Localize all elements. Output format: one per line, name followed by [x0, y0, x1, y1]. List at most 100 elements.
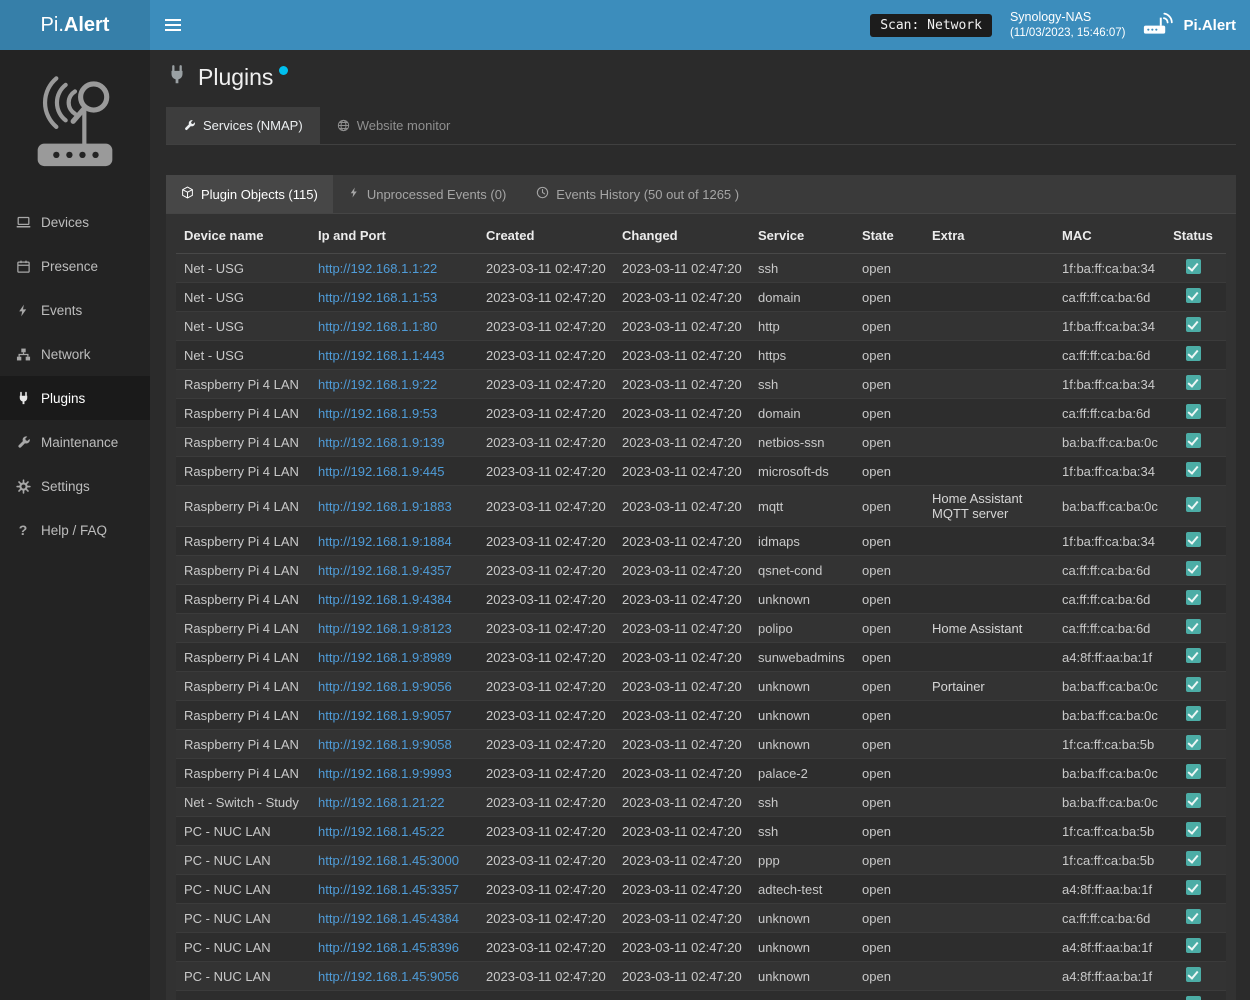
status-checkbox[interactable]	[1186, 288, 1201, 303]
cell-url-link[interactable]: http://192.168.1.9:8123	[318, 621, 452, 636]
cell-device-name: Raspberry Pi 4 LAN	[176, 730, 310, 759]
col-state: State	[854, 218, 924, 254]
cell-mac: 1f:ca:ff:ca:ba:5b	[1054, 817, 1160, 846]
subtab-events-history[interactable]: Events History (50 out of 1265 )	[521, 175, 754, 213]
status-checkbox[interactable]	[1186, 532, 1201, 547]
status-checkbox[interactable]	[1186, 735, 1201, 750]
sidebar-item-events[interactable]: Events	[0, 288, 150, 332]
cell-service: ssh	[750, 788, 854, 817]
cell-url-link[interactable]: http://192.168.1.1:53	[318, 290, 437, 305]
brand-logo[interactable]: Pi.Alert	[0, 0, 150, 50]
status-checkbox[interactable]	[1186, 619, 1201, 634]
status-checkbox[interactable]	[1186, 996, 1201, 1000]
cell-service: unknown	[750, 962, 854, 991]
cell-url-link[interactable]: http://192.168.1.45:9056	[318, 969, 459, 984]
cell-url-link[interactable]: http://192.168.1.1:443	[318, 348, 445, 363]
cell-url-link[interactable]: http://192.168.1.21:22	[318, 795, 445, 810]
status-checkbox[interactable]	[1186, 793, 1201, 808]
cell-created: 2023-03-11 02:47:20	[478, 759, 614, 788]
subtab-plugin-objects[interactable]: Plugin Objects (115)	[166, 175, 333, 213]
cell-url-link[interactable]: http://192.168.1.45:4384	[318, 911, 459, 926]
title-help-badge[interactable]	[279, 66, 288, 75]
cell-service: polipo	[750, 614, 854, 643]
cell-url-link[interactable]: http://192.168.1.1:80	[318, 319, 437, 334]
cell-created: 2023-03-11 02:47:20	[478, 283, 614, 312]
cell-mac: ca:ff:ff:ca:ba:6d	[1054, 283, 1160, 312]
sidebar-item-presence[interactable]: Presence	[0, 244, 150, 288]
main-content: Plugins Services (NMAP) Website monitor …	[150, 0, 1250, 1000]
status-checkbox[interactable]	[1186, 851, 1201, 866]
cell-extra	[924, 991, 1054, 1000]
tab-services-nmap[interactable]: Services (NMAP)	[166, 107, 320, 144]
cell-url-link[interactable]: http://192.168.1.9:1883	[318, 499, 452, 514]
cell-mac: 1f:ba:ff:ca:ba:34	[1054, 370, 1160, 399]
status-checkbox[interactable]	[1186, 938, 1201, 953]
status-checkbox[interactable]	[1186, 346, 1201, 361]
sidebar-item-settings[interactable]: Settings	[0, 464, 150, 508]
status-checkbox[interactable]	[1186, 648, 1201, 663]
cell-url-link[interactable]: http://192.168.1.45:8396	[318, 940, 459, 955]
sidebar-item-label: Events	[41, 303, 82, 318]
tab-website-monitor[interactable]: Website monitor	[320, 107, 468, 144]
cell-url-link[interactable]: http://192.168.1.9:9057	[318, 708, 452, 723]
status-checkbox[interactable]	[1186, 433, 1201, 448]
sidebar-item-devices[interactable]: Devices	[0, 200, 150, 244]
cell-url-link[interactable]: http://192.168.1.9:22	[318, 377, 437, 392]
cell-extra	[924, 428, 1054, 457]
cell-service: unknown	[750, 933, 854, 962]
status-checkbox[interactable]	[1186, 967, 1201, 982]
status-checkbox[interactable]	[1186, 764, 1201, 779]
status-checkbox[interactable]	[1186, 561, 1201, 576]
cell-url-link[interactable]: http://192.168.1.9:445	[318, 464, 445, 479]
cell-service: mqtt	[750, 486, 854, 527]
cell-url-link[interactable]: http://192.168.1.9:8989	[318, 650, 452, 665]
status-checkbox[interactable]	[1186, 677, 1201, 692]
status-checkbox[interactable]	[1186, 880, 1201, 895]
cell-changed: 2023-03-11 02:47:20	[614, 643, 750, 672]
status-checkbox[interactable]	[1186, 706, 1201, 721]
sidebar-item-label: Help / FAQ	[41, 523, 107, 538]
cell-device-name: Raspberry Pi 4 LAN	[176, 759, 310, 788]
cell-url-link[interactable]: http://192.168.1.45:3357	[318, 882, 459, 897]
table-row: PC - NUC LAN http://192.168.1.45:8396 20…	[176, 933, 1226, 962]
sidebar-item-plugins[interactable]: Plugins	[0, 376, 150, 420]
cell-created: 2023-03-11 02:47:20	[478, 817, 614, 846]
cell-device-name: Raspberry Pi 4 LAN	[176, 614, 310, 643]
cell-url-link[interactable]: http://192.168.1.9:9993	[318, 766, 452, 781]
status-checkbox[interactable]	[1186, 590, 1201, 605]
status-checkbox[interactable]	[1186, 909, 1201, 924]
status-checkbox[interactable]	[1186, 375, 1201, 390]
cell-url-link[interactable]: http://192.168.1.45:22	[318, 824, 445, 839]
cell-url-link[interactable]: http://192.168.1.9:139	[318, 435, 445, 450]
status-checkbox[interactable]	[1186, 317, 1201, 332]
page-header: Plugins	[166, 64, 1236, 91]
cell-extra	[924, 846, 1054, 875]
cell-url-link[interactable]: http://192.168.1.9:53	[318, 406, 437, 421]
status-checkbox[interactable]	[1186, 259, 1201, 274]
sidebar-item-network[interactable]: Network	[0, 332, 150, 376]
cell-url-link[interactable]: http://192.168.1.1:22	[318, 261, 437, 276]
plugin-panel: Plugin Objects (115) Unprocessed Events …	[166, 175, 1236, 1000]
cell-extra	[924, 457, 1054, 486]
status-checkbox[interactable]	[1186, 497, 1201, 512]
cell-extra: Home Assistant MQTT server	[924, 486, 1054, 527]
status-checkbox[interactable]	[1186, 404, 1201, 419]
cell-changed: 2023-03-11 02:47:20	[614, 672, 750, 701]
sidebar-toggle-icon[interactable]	[150, 0, 196, 50]
cell-url-link[interactable]: http://192.168.1.45:3000	[318, 853, 459, 868]
cell-extra	[924, 370, 1054, 399]
cell-state: open	[854, 527, 924, 556]
cell-device-name: Raspberry Pi 4 LAN	[176, 428, 310, 457]
sidebar-item-maintenance[interactable]: Maintenance	[0, 420, 150, 464]
cell-url-link[interactable]: http://192.168.1.9:9058	[318, 737, 452, 752]
cell-extra	[924, 933, 1054, 962]
cell-mac: ba:ba:ff:ca:ba:0c	[1054, 428, 1160, 457]
cell-url-link[interactable]: http://192.168.1.9:4384	[318, 592, 452, 607]
cell-url-link[interactable]: http://192.168.1.9:9056	[318, 679, 452, 694]
cell-url-link[interactable]: http://192.168.1.9:1884	[318, 534, 452, 549]
cell-url-link[interactable]: http://192.168.1.9:4357	[318, 563, 452, 578]
sidebar-item-help[interactable]: ? Help / FAQ	[0, 508, 150, 552]
subtab-unprocessed-events[interactable]: Unprocessed Events (0)	[333, 175, 521, 213]
status-checkbox[interactable]	[1186, 462, 1201, 477]
status-checkbox[interactable]	[1186, 822, 1201, 837]
